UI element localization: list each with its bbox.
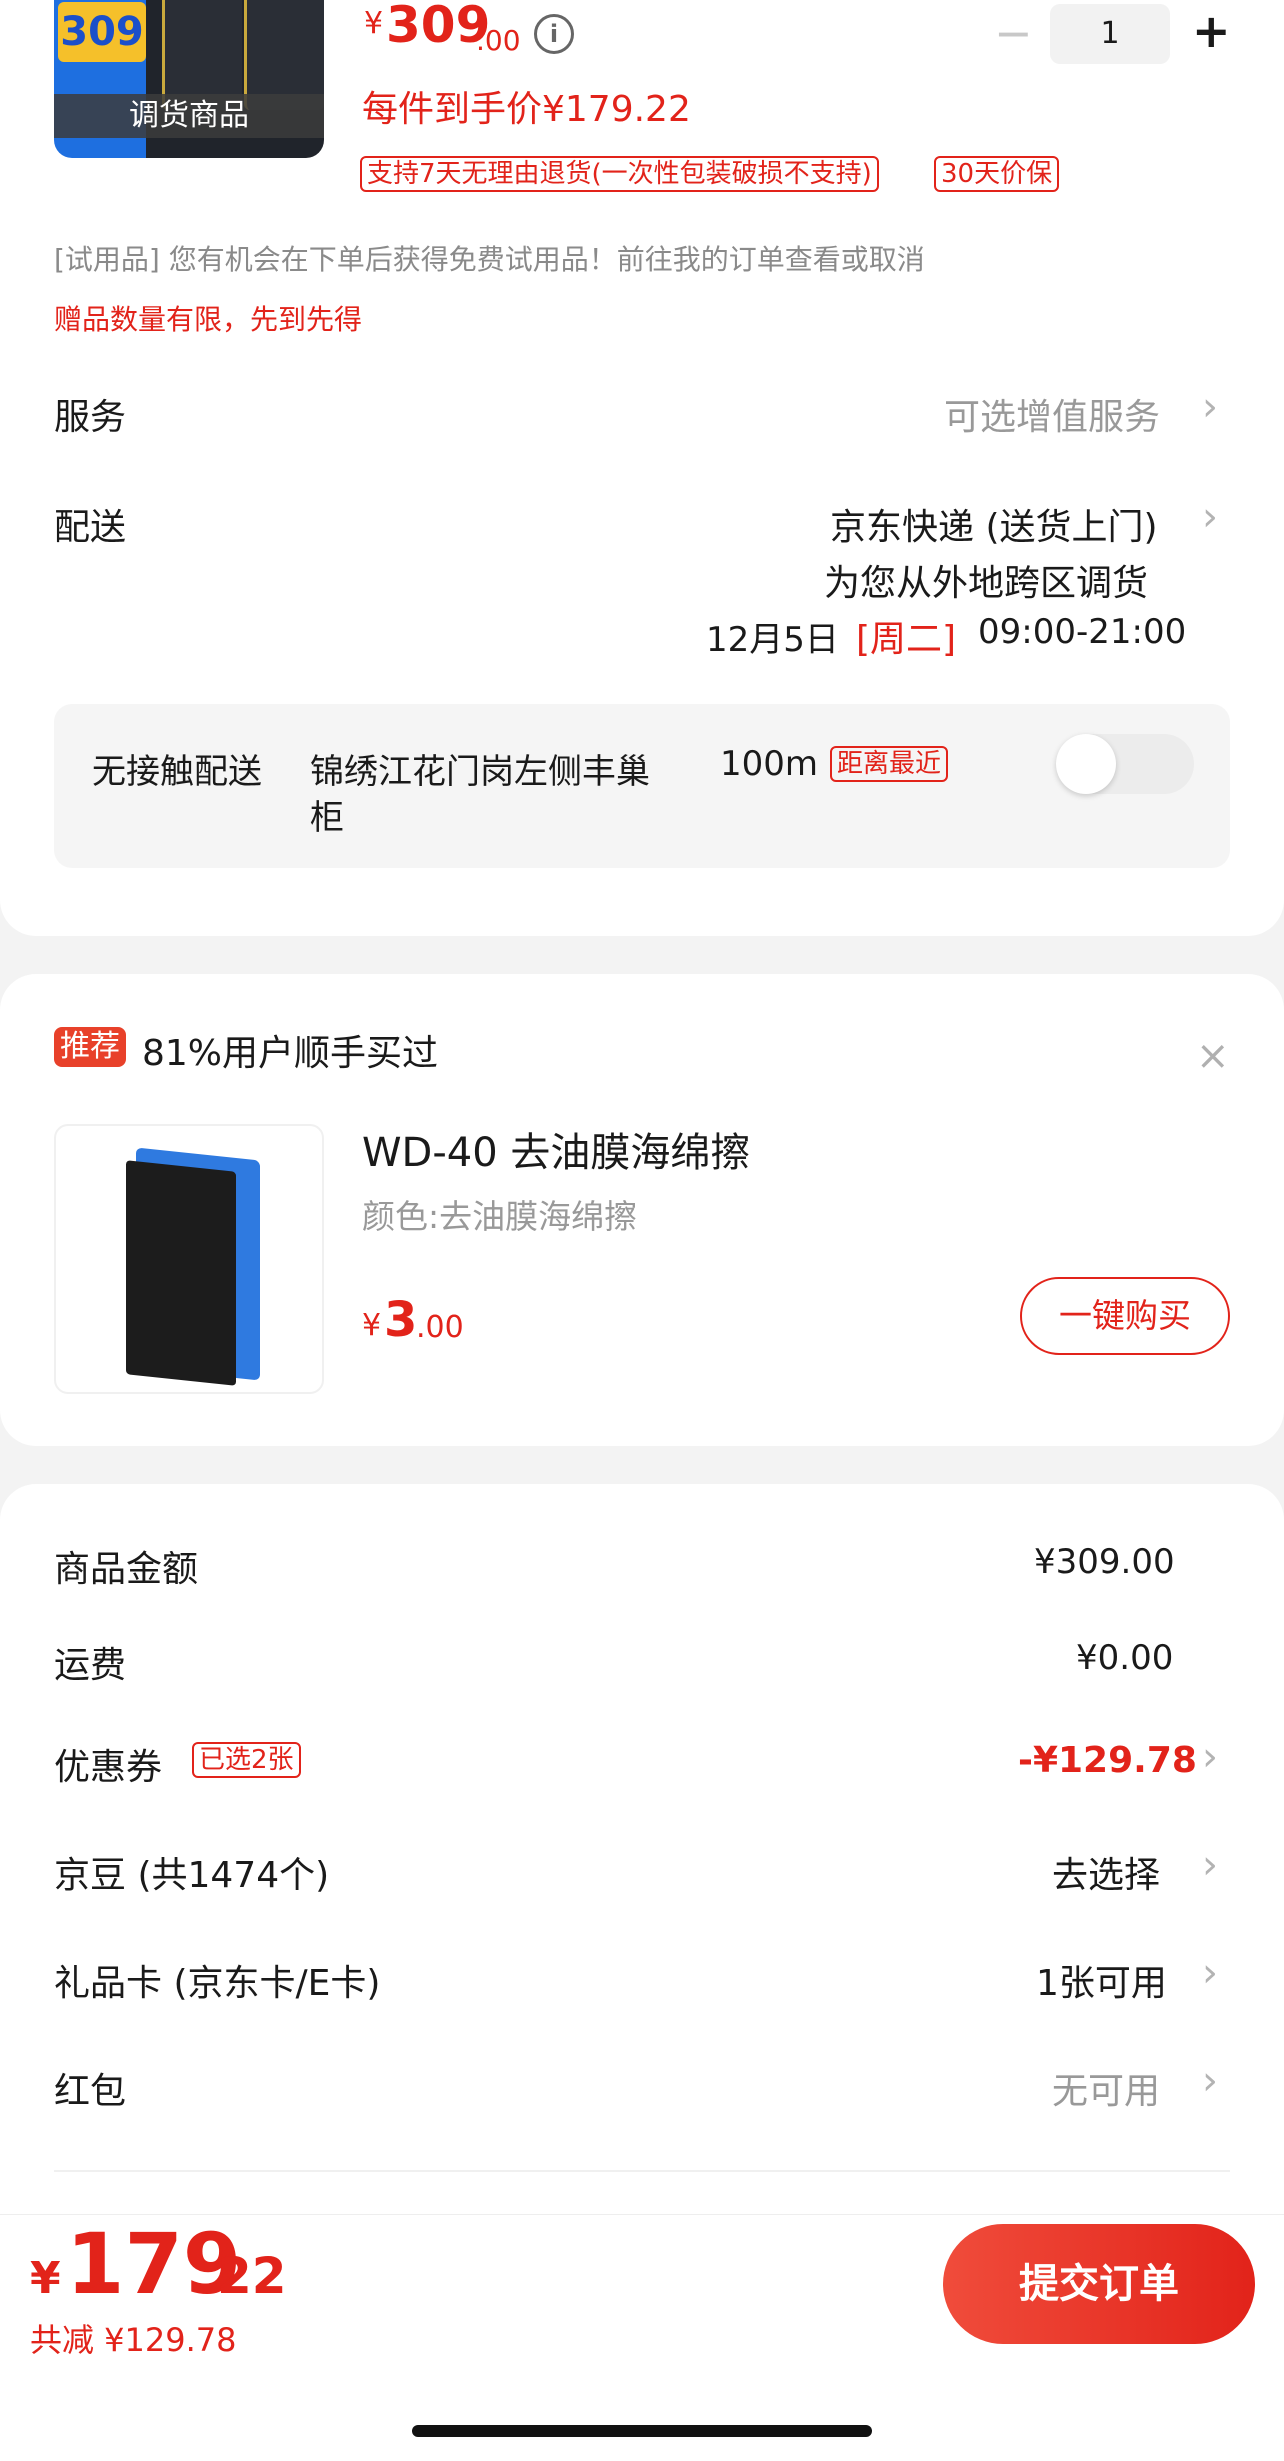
goods-amount-label: 商品金额 <box>54 1549 199 1590</box>
delivery-label: 配送 <box>54 507 127 548</box>
total-discount: 共减 ¥129.78 <box>30 2321 237 2359</box>
service-value[interactable]: 可选增值服务 <box>944 388 1160 440</box>
coupon-selected-tag: 已选2张 <box>192 1742 301 1778</box>
total-dec: .22 <box>198 2247 287 2305</box>
contactless-location: 锦绣江花门岗左侧丰巢 <box>310 752 650 792</box>
product-image-badge: 309 <box>58 2 146 62</box>
qty-plus-button[interactable]: + <box>1192 8 1231 54</box>
contactless-location-line2: 柜 <box>310 798 344 838</box>
delivery-weekday: [周二] <box>856 619 957 660</box>
recommend-item-image[interactable] <box>54 1124 324 1394</box>
recommend-price-dec: .00 <box>416 1310 464 1345</box>
quick-buy-button[interactable]: 一键购买 <box>1020 1277 1230 1355</box>
shipping-value: ¥0.00 <box>1076 1638 1174 1678</box>
chevron-right-icon: › <box>1202 1950 1218 1996</box>
qty-minus-button[interactable]: − <box>994 10 1033 56</box>
order-items-card: 309 调货商品 ¥ 309 .00 i − 1 + 每件到手价¥179.22 … <box>0 0 1284 936</box>
divider <box>54 2170 1230 2172</box>
per-item-price: 每件到手价¥179.22 <box>362 89 691 130</box>
contactless-distance: 100m <box>720 744 819 784</box>
total-currency: ¥ <box>30 2253 61 2304</box>
nearest-tag: 距离最近 <box>830 746 949 782</box>
price-protect-tag: 30天价保 <box>934 156 1060 192</box>
checkout-bar: ¥ 179 .22 共减 ¥129.78 提交订单 <box>0 2214 1284 2461</box>
shipping-label: 运费 <box>54 1645 127 1686</box>
delivery-method[interactable]: 京东快递 (送货上门) <box>830 498 1158 550</box>
product-price-int: 309 <box>386 0 491 54</box>
trial-note[interactable]: [试用品] 您有机会在下单后获得免费试用品！前往我的订单查看或取消 <box>54 238 925 278</box>
toggle-knob <box>1056 734 1116 794</box>
home-indicator <box>412 2425 872 2437</box>
product-image-label: 调货商品 <box>54 94 324 138</box>
product-price-dec: .00 <box>476 24 521 57</box>
coupon-value[interactable]: -¥129.78 <box>1018 1740 1197 1781</box>
goods-amount-value: ¥309.00 <box>1034 1542 1175 1582</box>
jingdou-label: 京豆 (共1474个) <box>54 1855 330 1896</box>
chevron-right-icon: › <box>1202 1842 1218 1888</box>
submit-order-button[interactable]: 提交订单 <box>943 2224 1255 2344</box>
giftcard-label: 礼品卡 (京东卡/E卡) <box>54 1963 381 2004</box>
delivery-time: 09:00-21:00 <box>978 612 1187 652</box>
chevron-right-icon: › <box>1202 384 1218 430</box>
info-icon[interactable]: i <box>534 14 574 54</box>
recommend-headline: 81%用户顺手买过 <box>142 1033 439 1074</box>
giftcard-value[interactable]: 1张可用 <box>1036 1954 1167 2006</box>
recommend-item-spec: 颜色:去油膜海绵擦 <box>362 1197 638 1236</box>
recommend-price-symbol: ¥ <box>362 1308 382 1343</box>
delivery-note: 为您从外地跨区调货 <box>824 563 1149 604</box>
recommend-price-int: 3 <box>384 1292 418 1348</box>
gift-note: 赠品数量有限，先到先得 <box>54 303 363 336</box>
sponge-graphic <box>126 1160 236 1386</box>
chevron-right-icon: › <box>1202 1734 1218 1780</box>
price-symbol: ¥ <box>364 6 384 41</box>
redpacket-value[interactable]: 无可用 <box>1052 2062 1160 2114</box>
chevron-right-icon: › <box>1202 2058 1218 2104</box>
jingdou-value[interactable]: 去选择 <box>1052 1846 1160 1898</box>
return-policy-tag: 支持7天无理由退货(一次性包装破损不支持) <box>360 156 879 192</box>
product-image[interactable]: 309 调货商品 <box>54 0 324 158</box>
delivery-date: 12月5日 <box>706 620 839 660</box>
recommend-badge: 推荐 <box>54 1027 126 1067</box>
chevron-right-icon: › <box>1202 494 1218 540</box>
service-label: 服务 <box>54 397 127 438</box>
recommend-item-name[interactable]: WD-40 去油膜海绵擦 <box>362 1120 750 1178</box>
contactless-toggle[interactable] <box>1056 734 1194 794</box>
redpacket-label: 红包 <box>54 2071 127 2112</box>
close-icon[interactable]: × <box>1196 1036 1230 1076</box>
contactless-label: 无接触配送 <box>92 752 262 792</box>
qty-input[interactable]: 1 <box>1050 4 1170 64</box>
coupon-label: 优惠券 <box>54 1747 163 1788</box>
